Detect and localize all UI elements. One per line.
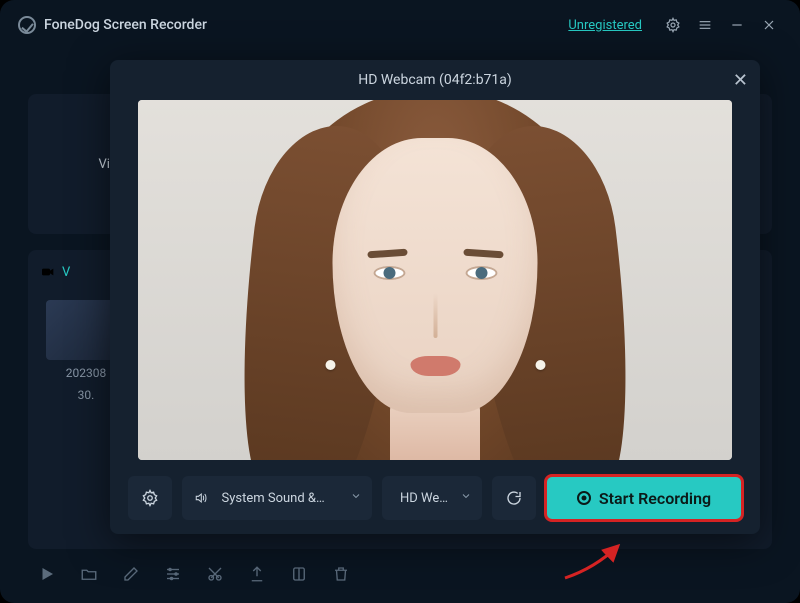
modal-header: HD Webcam (04f2:b71a) ✕ — [110, 60, 760, 100]
recording-name-line1: 202308 — [66, 366, 106, 382]
tab-videos[interactable]: V — [40, 264, 70, 280]
app-brand: FoneDog Screen Recorder — [18, 16, 207, 34]
modal-close-button[interactable]: ✕ — [733, 70, 748, 91]
share-icon[interactable] — [248, 565, 266, 583]
app-logo-icon — [18, 16, 36, 34]
camera-source-dropdown[interactable]: HD Web… — [382, 476, 482, 520]
chevron-down-icon — [350, 490, 362, 506]
modal-title: HD Webcam (04f2:b71a) — [358, 72, 512, 88]
app-shell: FoneDog Screen Recorder Unregistered Vid… — [0, 0, 800, 603]
recording-name-line2: 30. — [78, 388, 95, 404]
callout-arrow — [560, 540, 630, 580]
cut-icon[interactable] — [206, 565, 224, 583]
start-recording-label: Start Recording — [599, 489, 711, 508]
folder-icon[interactable] — [80, 565, 98, 583]
webcam-modal: HD Webcam (04f2:b71a) ✕ System S — [110, 60, 760, 534]
webcam-settings-button[interactable] — [128, 476, 172, 520]
record-icon — [577, 491, 591, 505]
compress-icon[interactable] — [290, 565, 308, 583]
bottom-toolbar — [38, 565, 350, 583]
chevron-down-icon — [460, 490, 472, 506]
unregistered-link[interactable]: Unregistered — [568, 18, 642, 33]
trash-icon[interactable] — [332, 565, 350, 583]
titlebar: FoneDog Screen Recorder Unregistered — [0, 0, 800, 50]
webcam-preview — [138, 100, 732, 460]
settings-small-icon[interactable] — [164, 565, 182, 583]
camera-source-label: HD Web… — [394, 491, 470, 506]
rename-icon[interactable] — [122, 565, 140, 583]
audio-source-dropdown[interactable]: System Sound &… — [182, 476, 372, 520]
close-icon[interactable] — [756, 12, 782, 38]
start-recording-button[interactable]: Start Recording — [546, 476, 742, 520]
modal-footer: System Sound &… HD Web… Start Recording — [128, 476, 742, 520]
refresh-button[interactable] — [492, 476, 536, 520]
settings-icon[interactable] — [660, 12, 686, 38]
app-title: FoneDog Screen Recorder — [44, 17, 207, 33]
minimize-icon[interactable] — [724, 12, 750, 38]
audio-source-label: System Sound &… — [216, 491, 361, 506]
menu-icon[interactable] — [692, 12, 718, 38]
play-icon[interactable] — [38, 565, 56, 583]
